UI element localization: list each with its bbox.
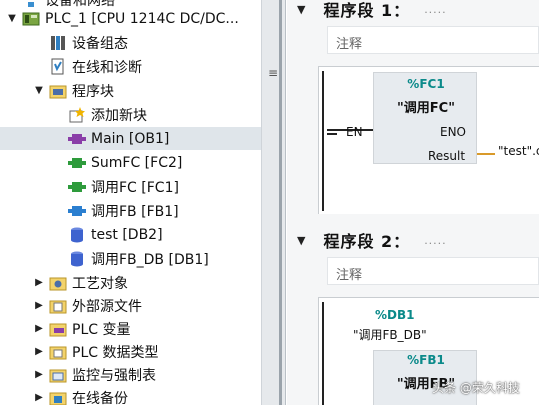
- plc-data-types-icon: [49, 343, 67, 361]
- tree-item-label: PLC_1 [CPU 1214C DC/DC...: [45, 10, 239, 27]
- tree-item-call-fc-fc1[interactable]: 调用FC [FC1]: [0, 175, 261, 198]
- en-wire-tick: [327, 133, 337, 135]
- tree-item-label: Main [OB1]: [91, 130, 170, 147]
- network-2-header[interactable]: ▼ 程序段 2： .....: [287, 228, 539, 252]
- fb-block-icon: [68, 202, 86, 220]
- tree-item-call-fb-fb1[interactable]: 调用FB [FB1]: [0, 199, 261, 222]
- tree-item-label: 添加新块: [91, 107, 147, 124]
- tree-item-plc-data-types[interactable]: ▶ PLC 数据类型: [0, 340, 261, 363]
- tree-item-label: test [DB2]: [91, 226, 163, 243]
- network-comment-field[interactable]: 注释: [327, 257, 539, 285]
- tree-item-label: 程序块: [72, 83, 114, 100]
- result-wire: [477, 153, 495, 155]
- splitter-bar[interactable]: [279, 0, 282, 405]
- result-pin: Result: [428, 149, 466, 163]
- fc1-call-block[interactable]: %FC1 "调用FC" EN ENO Result: [346, 72, 477, 164]
- program-blocks-folder-icon: [49, 82, 67, 100]
- tree-item-watch-force-tables[interactable]: ▶ 监控与强制表: [0, 363, 261, 386]
- tree-item-label: 调用FC [FC1]: [91, 179, 179, 196]
- collapse-arrow-icon[interactable]: ▼: [297, 234, 305, 247]
- tree-item-label: SumFC [FC2]: [91, 154, 183, 171]
- tree-item-program-blocks[interactable]: ▼ 程序块: [0, 79, 261, 102]
- instance-db-name[interactable]: "调用FB_DB": [353, 326, 427, 343]
- expand-arrow-icon[interactable]: ▶: [33, 369, 45, 380]
- fc-block-icon: [68, 178, 86, 196]
- tree-item-label: 调用FB_DB [DB1]: [91, 251, 209, 268]
- tree-item-label: 调用FB [FB1]: [91, 203, 179, 220]
- splitter-grip-icon[interactable]: ≡: [268, 67, 278, 79]
- block-name: "调用FC": [397, 101, 455, 116]
- instance-db-address: %DB1: [375, 308, 415, 322]
- tree-item-label: 监控与强制表: [72, 367, 156, 384]
- network-title: 程序段 2：: [323, 232, 411, 251]
- tree-item-sumfc-fc2[interactable]: SumFC [FC2]: [0, 151, 261, 174]
- add-new-block-icon: [68, 106, 86, 124]
- expand-arrow-icon[interactable]: ▶: [33, 346, 45, 357]
- expand-arrow-icon[interactable]: ▶: [33, 392, 45, 403]
- tree-item-test-db2[interactable]: test [DB2]: [0, 223, 261, 246]
- expand-arrow-icon[interactable]: ▶: [33, 300, 45, 311]
- tree-item-plc-1[interactable]: ▼ PLC_1 [CPU 1214C DC/DC...: [0, 7, 261, 30]
- tree-item-external-sources[interactable]: ▶ 外部源文件: [0, 294, 261, 317]
- fc-block-icon: [68, 154, 86, 172]
- block-address: %FB1: [407, 353, 445, 367]
- network-title: 程序段 1：: [323, 1, 411, 20]
- device-config-icon: [49, 34, 67, 52]
- network-1-area: %FC1 "调用FC" EN ENO Result "test".c: [318, 66, 539, 214]
- expand-arrow-icon[interactable]: ▶: [33, 323, 45, 334]
- tree-item-plc-tags[interactable]: ▶ PLC 变量: [0, 317, 261, 340]
- watermark: 头条 @荣久科技: [432, 381, 520, 395]
- db-block-icon: [68, 250, 86, 268]
- tree-item-call-fb-db-db1[interactable]: 调用FB_DB [DB1]: [0, 247, 261, 270]
- online-backup-icon: [49, 389, 67, 405]
- tree-item-label: PLC 数据类型: [72, 344, 159, 361]
- panel-splitter[interactable]: ≡: [262, 0, 286, 405]
- tree-item-online-backup[interactable]: ▶ 在线备份: [0, 386, 261, 405]
- collapse-arrow-icon[interactable]: ▼: [6, 13, 18, 24]
- tree-item-label: PLC 变量: [72, 321, 131, 338]
- watch-force-tables-icon: [49, 366, 67, 384]
- collapse-arrow-icon[interactable]: ▼: [33, 85, 45, 96]
- technology-objects-icon: [49, 274, 67, 292]
- en-pin: EN: [346, 125, 363, 139]
- left-power-rail: [322, 302, 324, 405]
- network-comment-field[interactable]: 注释: [327, 26, 539, 54]
- tree-item-label: 在线备份: [72, 390, 128, 405]
- plc-icon: [22, 10, 40, 28]
- tree-item-label: 工艺对象: [72, 275, 128, 292]
- expand-arrow-icon[interactable]: ▶: [33, 277, 45, 288]
- tree-item-online-diagnostics[interactable]: 在线和诊断: [0, 55, 261, 78]
- external-sources-icon: [49, 297, 67, 315]
- online-diagnostics-icon: [49, 58, 67, 76]
- plc-tags-icon: [49, 320, 67, 338]
- tree-item-label: 外部源文件: [72, 298, 142, 315]
- collapse-arrow-icon[interactable]: ▼: [297, 3, 305, 16]
- network-title-placeholder[interactable]: .....: [424, 234, 446, 247]
- db-block-icon: [68, 226, 86, 244]
- tree-item-device-config[interactable]: 设备组态: [0, 31, 261, 54]
- ob-block-icon: [68, 130, 86, 148]
- tree-item-technology-objects[interactable]: ▶ 工艺对象: [0, 271, 261, 294]
- result-operand[interactable]: "test".c: [498, 144, 539, 158]
- eno-pin: ENO: [440, 125, 467, 139]
- ladder-editor: ▼ 程序段 1： ..... 注释 %FC1 "调用FC" EN ENO Res…: [287, 0, 539, 405]
- tree-item-label: 在线和诊断: [72, 59, 142, 76]
- block-address: %FC1: [407, 77, 445, 91]
- network-1-header[interactable]: ▼ 程序段 1： .....: [287, 0, 539, 21]
- fb1-call-block[interactable]: %FB1 "调用FB": [373, 350, 477, 405]
- left-power-rail: [322, 71, 324, 211]
- tree-item-main-ob1[interactable]: Main [OB1]: [0, 127, 261, 150]
- project-tree: 设备和网络 ▼ PLC_1 [CPU 1214C DC/DC... 设备组态 在…: [0, 0, 262, 405]
- tree-item-label: 设备组态: [72, 35, 128, 52]
- tree-item-add-new-block[interactable]: 添加新块: [0, 103, 261, 126]
- network-title-placeholder[interactable]: .....: [424, 3, 446, 16]
